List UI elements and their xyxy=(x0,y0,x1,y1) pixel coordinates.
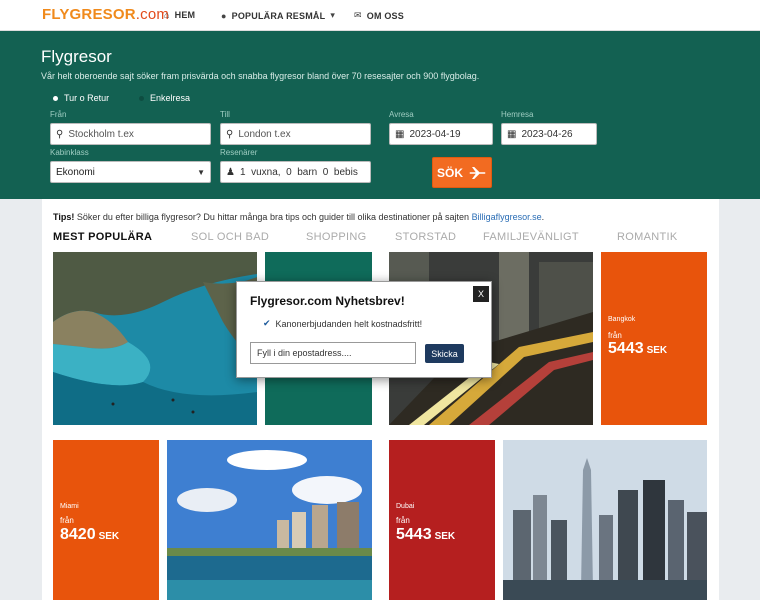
return-date-input[interactable]: ▦ 2023-04-26 xyxy=(501,123,597,145)
deal-price: 5443 SEK xyxy=(396,526,455,544)
deal-currency: SEK xyxy=(98,531,120,542)
tips-tail: . xyxy=(541,212,545,222)
home-icon: ⌂ xyxy=(164,10,170,20)
radio-round-trip[interactable]: Tur o Retur xyxy=(53,93,109,103)
deal-tile-miami[interactable]: Miami från 8420 SEK xyxy=(53,440,159,600)
return-label: Hemresa xyxy=(501,110,534,119)
chevron-down-icon: ▾ xyxy=(330,10,336,20)
hero-title: Flygresor xyxy=(41,47,112,66)
travellers-input[interactable]: ♟ 1 vuxna, 0 barn 0 bebis xyxy=(220,161,371,183)
depart-date-input[interactable]: ▦ 2023-04-19 xyxy=(389,123,493,145)
depart-date-value: 2023-04-19 xyxy=(409,128,461,140)
tab-big-city[interactable]: STORSTAD xyxy=(395,231,456,243)
to-placeholder: London t.ex xyxy=(238,128,291,140)
travellers-value: 1 vuxna, 0 barn 0 bebis xyxy=(239,166,358,178)
tips-link[interactable]: Billigaflygresor.se xyxy=(472,212,542,222)
to-input[interactable]: ⚲ London t.ex xyxy=(220,123,371,145)
cabin-class-select[interactable]: Ekonomi ▼ xyxy=(50,161,211,183)
deal-from-label: från xyxy=(396,516,410,525)
deal-from-label: från xyxy=(608,331,622,340)
calendar-icon: ▦ xyxy=(507,128,517,140)
deal-currency: SEK xyxy=(434,531,456,542)
map-marker-icon: ● xyxy=(221,10,227,21)
tab-shopping[interactable]: SHOPPING xyxy=(306,231,366,243)
tips-text: Tips! Söker du efter billiga flygresor? … xyxy=(53,212,544,222)
from-label: Från xyxy=(50,110,67,119)
tab-romance[interactable]: ROMANTIK xyxy=(617,231,677,243)
tab-family-friendly[interactable]: FAMILJEVÄNLIGT xyxy=(483,231,579,243)
people-icon: ♟ xyxy=(226,166,235,178)
calendar-icon: ▦ xyxy=(395,128,405,140)
logo-main-text: FLYGRESOR xyxy=(42,6,136,23)
tips-bold: Tips! xyxy=(53,212,75,222)
radio-one-way-label: Enkelresa xyxy=(150,93,191,103)
deal-currency: SEK xyxy=(646,345,668,356)
cabin-class-value: Ekonomi xyxy=(56,166,95,178)
beach-cove-photo xyxy=(53,252,257,425)
search-button-label: SÖK xyxy=(436,165,463,180)
envelope-icon: ✉ xyxy=(354,10,362,20)
deal-city: Miami xyxy=(60,503,79,510)
checkmark-icon: ✔ xyxy=(263,318,271,328)
from-placeholder: Stockholm t.ex xyxy=(68,128,134,140)
deal-tile-dubai[interactable]: Dubai från 5443 SEK xyxy=(389,440,495,600)
nav-home-label: HEM xyxy=(174,10,196,20)
radio-checked-icon xyxy=(53,95,58,101)
cabin-label: Kabinklass xyxy=(50,148,89,157)
newsletter-modal: Flygresor.com Nyhetsbrev! X ✔ Kanonerbju… xyxy=(236,281,492,378)
deal-price-value: 8420 xyxy=(60,526,96,543)
deal-city: Bangkok xyxy=(608,316,636,323)
site-logo[interactable]: FLYGRESOR.com xyxy=(42,6,169,23)
miami-beach-photo xyxy=(167,440,372,600)
radio-unchecked-icon xyxy=(139,95,144,101)
map-marker-icon: ⚲ xyxy=(226,128,234,140)
deal-tile-bangkok[interactable]: Bangkok från 5443 SEK xyxy=(601,252,707,425)
top-navbar: FLYGRESOR.com ⌂ HEM ● POPULÄRA RESMÅL ▾ … xyxy=(0,0,760,31)
skyscrapers-photo xyxy=(503,440,707,600)
tab-most-popular[interactable]: MEST POPULÄRA xyxy=(53,231,152,243)
nav-about-label: OM OSS xyxy=(366,10,404,21)
map-marker-icon: ⚲ xyxy=(56,128,64,140)
email-placeholder: Fyll i din epostadress.... xyxy=(257,348,352,358)
modal-benefit-text: Kanonerbjudanden helt kostnadsfritt! xyxy=(275,318,423,329)
miami-beach-image[interactable] xyxy=(167,440,372,600)
tips-body: Söker du efter billiga flygresor? Du hit… xyxy=(74,212,472,222)
modal-title: Flygresor.com Nyhetsbrev! xyxy=(250,294,405,308)
depart-label: Avresa xyxy=(389,110,414,119)
chevron-down-icon: ▼ xyxy=(197,167,205,177)
radio-one-way[interactable]: Enkelresa xyxy=(139,93,190,103)
return-date-value: 2023-04-26 xyxy=(521,128,573,140)
to-label: Till xyxy=(220,110,230,119)
from-input[interactable]: ⚲ Stockholm t.ex xyxy=(50,123,211,145)
deal-from-label: från xyxy=(60,516,74,525)
deal-price: 8420 SEK xyxy=(60,526,119,544)
nav-home-link[interactable]: ⌂ HEM xyxy=(164,10,195,20)
travellers-label: Resenärer xyxy=(220,148,258,157)
tab-sun-and-beach[interactable]: SOL OCH BAD xyxy=(191,231,269,243)
radio-round-trip-label: Tur o Retur xyxy=(64,93,110,103)
nav-popular-destinations-link[interactable]: ● POPULÄRA RESMÅL ▾ xyxy=(221,10,335,21)
nav-about-link[interactable]: ✉ OM OSS xyxy=(354,10,404,21)
deal-city: Dubai xyxy=(396,503,415,510)
nav-popular-label: POPULÄRA RESMÅL xyxy=(231,10,326,21)
deal-price: 5443 SEK xyxy=(608,340,667,358)
deal-price-value: 5443 xyxy=(396,526,432,543)
skyscrapers-image[interactable] xyxy=(503,440,707,600)
airplane-icon xyxy=(469,166,486,179)
close-icon[interactable]: X xyxy=(473,286,489,302)
deal-price-value: 5443 xyxy=(608,340,644,357)
email-input[interactable]: Fyll i din epostadress.... xyxy=(250,342,416,364)
newsletter-submit-button[interactable]: Skicka xyxy=(425,344,464,363)
modal-benefit: ✔ Kanonerbjudanden helt kostnadsfritt! xyxy=(263,318,422,329)
beach-cove-image[interactable] xyxy=(53,252,257,425)
hero-subtitle: Vår helt oberoende sajt söker fram prisv… xyxy=(41,71,480,81)
search-button[interactable]: SÖK xyxy=(432,157,492,188)
